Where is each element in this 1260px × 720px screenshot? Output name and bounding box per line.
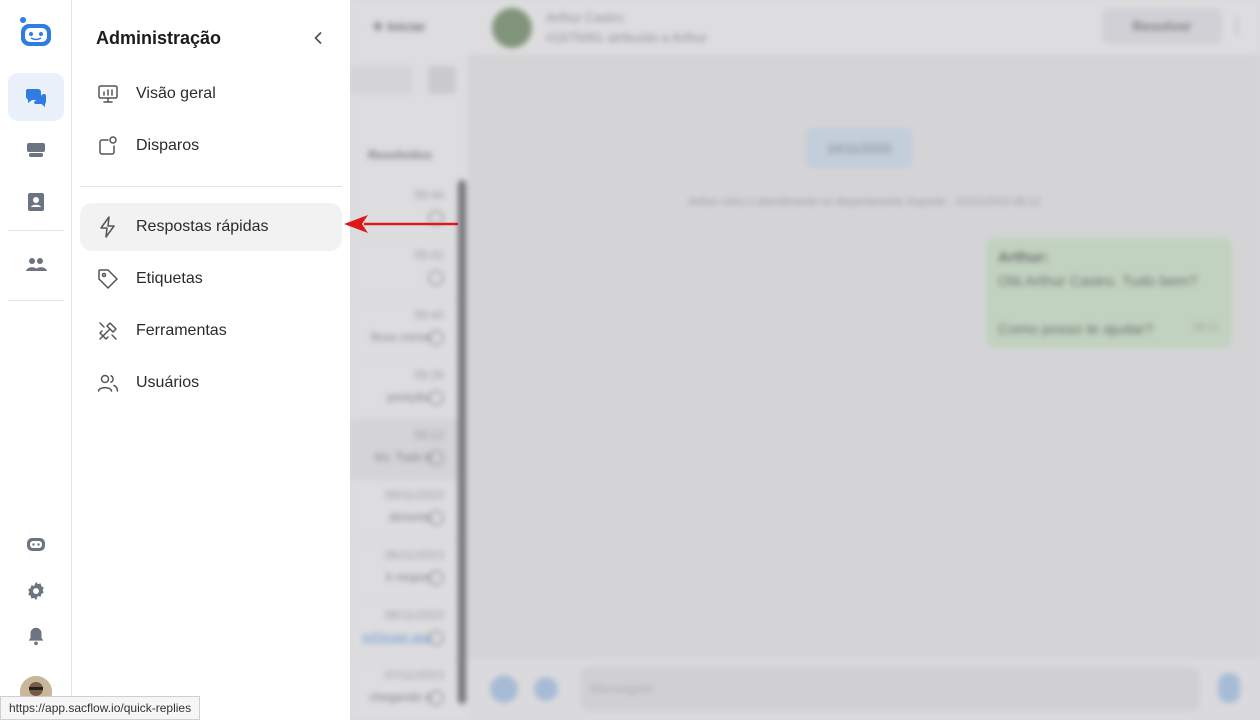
bell-icon — [28, 627, 44, 646]
inbox-icon — [27, 143, 45, 157]
gear-icon — [28, 581, 44, 601]
modal-overlay[interactable] — [350, 0, 1260, 720]
team-icon — [26, 258, 47, 271]
status-bar-url: https://app.sacflow.io/quick-replies — [0, 696, 201, 720]
menu-item-users[interactable]: Usuários — [80, 359, 342, 407]
rail-contacts-button[interactable] — [8, 178, 64, 226]
menu-item-overview[interactable]: Visão geral — [80, 70, 342, 118]
users-icon — [96, 371, 120, 395]
menu-item-broadcasts[interactable]: Disparos — [80, 122, 342, 170]
menu-item-quick-replies[interactable]: Respostas rápidas — [80, 203, 342, 251]
rail-teams-button[interactable] — [8, 241, 64, 289]
collapse-button[interactable] — [308, 28, 328, 48]
rail-bot-button[interactable] — [8, 520, 64, 568]
background-app: + Iniciar Resolvidos 09:44 09:42 09:40 fi… — [350, 0, 1260, 720]
rail-divider — [8, 230, 64, 231]
rail-notifications-button[interactable] — [8, 612, 64, 660]
menu-item-tags[interactable]: Etiquetas — [80, 255, 342, 303]
tag-icon — [96, 267, 120, 291]
tools-icon — [96, 319, 120, 343]
annotation-arrow — [344, 215, 458, 233]
admin-panel: Administração Visão geral Disparos Respo… — [72, 0, 350, 720]
monitor-chart-icon — [96, 82, 120, 106]
rail-conversations-button[interactable] — [8, 73, 64, 121]
menu-divider — [80, 186, 342, 187]
chevron-left-icon — [314, 32, 322, 44]
rail-inbox-button[interactable] — [8, 126, 64, 174]
contact-book-icon — [28, 193, 44, 211]
menu-item-tools[interactable]: Ferramentas — [80, 307, 342, 355]
icon-rail — [0, 0, 72, 720]
panel-title: Administração — [96, 28, 222, 48]
rail-divider — [8, 300, 64, 301]
rail-settings-button[interactable] — [8, 567, 64, 615]
robot-icon — [27, 538, 45, 551]
chat-bubbles-icon — [25, 89, 46, 107]
broadcast-icon — [96, 134, 120, 158]
sacflow-logo-icon — [18, 16, 54, 52]
lightning-icon — [96, 215, 120, 239]
